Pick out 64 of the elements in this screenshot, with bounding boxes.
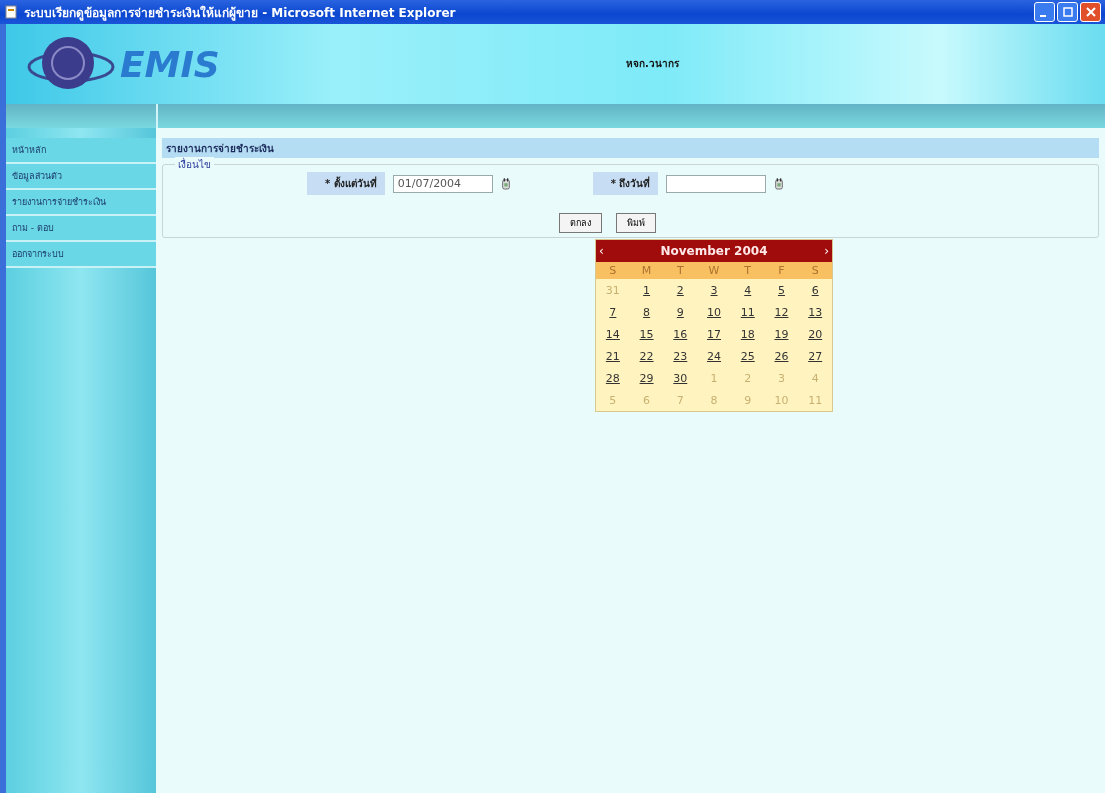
- weekday-label: M: [640, 263, 653, 279]
- calendar-day[interactable]: 24: [697, 349, 731, 363]
- calendar-day[interactable]: 22: [629, 349, 664, 363]
- date-field[interactable]: [666, 174, 767, 193]
- field-label: * ถึงวันที่: [592, 172, 659, 195]
- sidebar-item[interactable]: รายงานการจ่ายชำระเงิน: [6, 190, 156, 216]
- calendar-day[interactable]: 11: [730, 305, 765, 319]
- calendar-day[interactable]: 3: [697, 283, 731, 297]
- calendar-day[interactable]: 25: [730, 349, 765, 363]
- previous-month-button[interactable]: ‹: [599, 244, 604, 258]
- section-title: รายงานการจ่ายชำระเงิน: [162, 138, 1099, 158]
- form-button[interactable]: พิมพ์: [616, 213, 656, 233]
- weekday-label: W: [707, 263, 721, 279]
- maximize-button[interactable]: [1057, 2, 1078, 22]
- minimize-icon: [1040, 15, 1046, 17]
- calendar-day[interactable]: 6: [798, 283, 833, 297]
- calendar-day[interactable]: 5: [764, 283, 799, 297]
- calendar-day[interactable]: 23: [663, 349, 698, 363]
- calendar-day[interactable]: 9: [663, 305, 698, 319]
- calendar-day[interactable]: 16: [663, 327, 698, 341]
- sidebar-item[interactable]: หน้าหลัก: [6, 138, 156, 164]
- logo-text: EMIS: [120, 43, 221, 85]
- form-button[interactable]: ตกลง: [559, 213, 602, 233]
- calendar-day[interactable]: 17: [697, 327, 731, 341]
- close-icon: [1085, 7, 1096, 17]
- calendar-day[interactable]: 18: [730, 327, 765, 341]
- user-name: หจก.วนากร: [626, 57, 679, 71]
- calendar-icon[interactable]: [774, 176, 785, 191]
- calendar-day[interactable]: 10: [697, 305, 731, 319]
- calendar-day[interactable]: 20: [798, 327, 833, 341]
- weekday-label: S: [810, 263, 820, 279]
- maximize-icon: [1062, 7, 1073, 17]
- calendar-day[interactable]: 15: [629, 327, 664, 341]
- calendar-day[interactable]: 14: [596, 327, 630, 341]
- calendar-day[interactable]: 1: [629, 283, 664, 297]
- sidebar-item[interactable]: ออกจากระบบ: [6, 242, 156, 268]
- sidebar-item[interactable]: ข้อมูลส่วนตัว: [6, 164, 156, 190]
- calendar-day[interactable]: 7: [596, 305, 630, 319]
- field-label: * ตั้งแต่วันที่: [307, 172, 385, 195]
- weekday-label: S: [608, 263, 618, 279]
- calendar-day[interactable]: 29: [629, 371, 664, 385]
- next-month-button[interactable]: ›: [824, 244, 829, 258]
- date-field[interactable]: 01/07/2004: [392, 174, 493, 193]
- calendar-day[interactable]: 27: [798, 349, 833, 363]
- window-title: ระบบเรียกดูข้อมูลการจ่ายชำระเงินให้แก่ผู้ขาย - Microsoft Internet Explorer: [24, 4, 457, 22]
- minimize-button[interactable]: [1034, 2, 1055, 22]
- calendar-day[interactable]: 2: [663, 283, 698, 297]
- calendar-day[interactable]: 26: [764, 349, 799, 363]
- weekday-label: F: [777, 263, 786, 279]
- calendar-day[interactable]: 21: [596, 349, 630, 363]
- sidebar-item[interactable]: ถาม - ตอบ: [6, 216, 156, 242]
- page-icon: [4, 5, 18, 19]
- calendar-day[interactable]: 8: [629, 305, 664, 319]
- close-button[interactable]: [1080, 2, 1101, 22]
- calendar-day[interactable]: 12: [764, 305, 799, 319]
- month-title: November 2004: [660, 244, 768, 258]
- calendar-day[interactable]: 28: [596, 371, 630, 385]
- weekday-label: T: [675, 263, 685, 279]
- calendar-day[interactable]: 30: [663, 371, 698, 385]
- weekday-label: T: [743, 263, 753, 279]
- calendar-icon[interactable]: [500, 176, 511, 191]
- calendar-day[interactable]: 4: [730, 283, 765, 297]
- calendar-day[interactable]: 19: [764, 327, 799, 341]
- calendar-day[interactable]: 13: [798, 305, 833, 319]
